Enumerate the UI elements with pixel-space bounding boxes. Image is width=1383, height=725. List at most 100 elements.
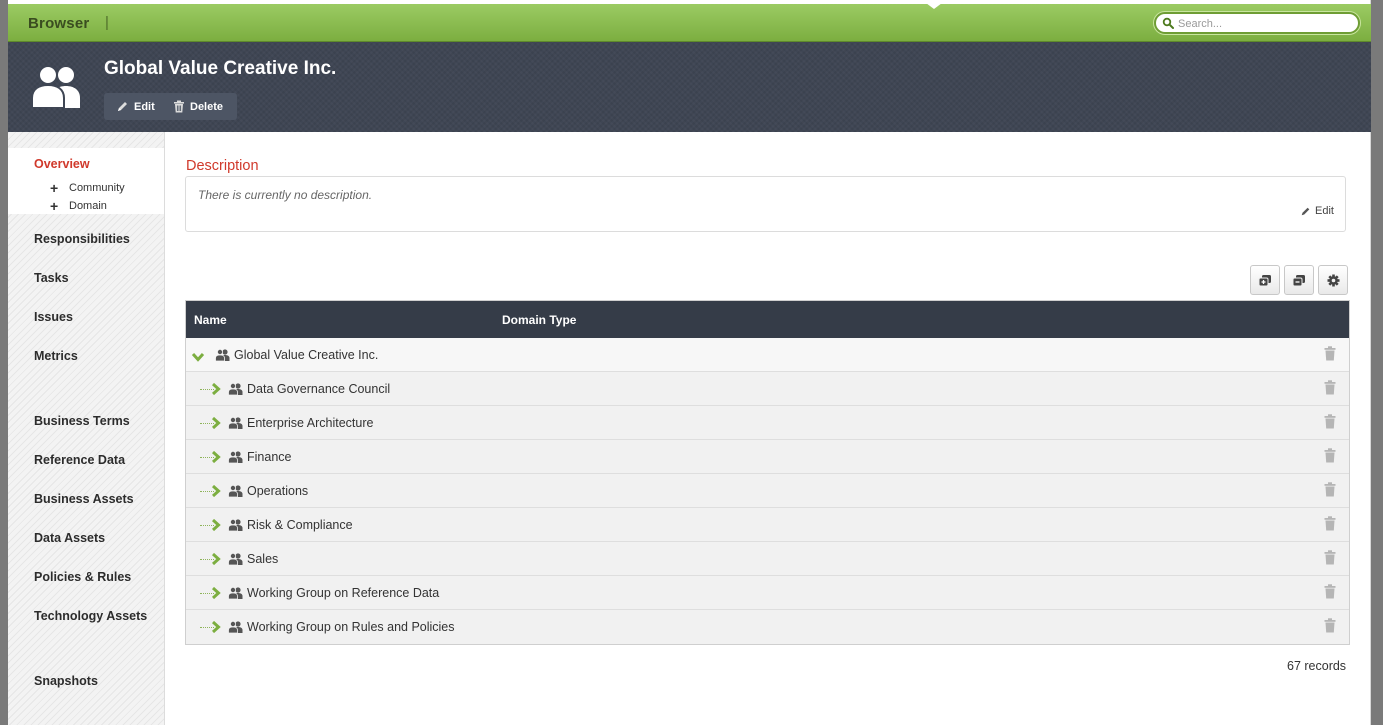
sidebar-subitem-label: Community (69, 182, 125, 194)
trash-icon[interactable] (1324, 550, 1336, 565)
sidebar-subitem-community[interactable]: + Community (50, 180, 125, 196)
chevron-right-icon[interactable] (210, 383, 222, 395)
people-icon (228, 519, 243, 531)
sidebar-item-metrics[interactable]: Metrics (34, 349, 78, 363)
community-icon (31, 65, 80, 108)
edit-button[interactable]: Edit (116, 93, 155, 120)
sidebar-item-technology-assets[interactable]: Technology Assets (34, 609, 147, 623)
people-icon (228, 451, 243, 463)
trash-icon[interactable] (1324, 346, 1336, 361)
description-edit-label: Edit (1315, 205, 1334, 217)
row-name[interactable]: Working Group on Reference Data (247, 586, 439, 600)
edit-button-label: Edit (134, 100, 155, 113)
sidebar: Overview + Community + Domain Responsibi… (8, 132, 165, 725)
chevron-right-icon[interactable] (210, 519, 222, 531)
domain-table: Name Domain Type Global Value Creative I… (185, 300, 1350, 645)
people-icon (228, 553, 243, 565)
search-icon (1162, 17, 1174, 29)
people-icon (215, 349, 230, 361)
sidebar-subitem-label: Domain (69, 200, 107, 212)
row-name[interactable]: Finance (247, 450, 291, 464)
column-header-name[interactable]: Name (194, 313, 227, 327)
plus-icon: + (50, 180, 59, 196)
plus-icon: + (50, 198, 59, 214)
collapse-all-icon (1292, 274, 1305, 286)
sidebar-item-reference-data[interactable]: Reference Data (34, 453, 125, 467)
sidebar-item-business-assets[interactable]: Business Assets (34, 492, 134, 506)
chevron-right-icon[interactable] (210, 553, 222, 565)
table-header: Name Domain Type (186, 301, 1349, 338)
trash-icon[interactable] (1324, 414, 1336, 429)
delete-button[interactable]: Delete (173, 93, 223, 120)
description-heading: Description (186, 158, 259, 174)
sidebar-item-snapshots[interactable]: Snapshots (34, 674, 98, 688)
expand-all-icon (1258, 274, 1271, 286)
expand-all-button[interactable] (1250, 265, 1280, 295)
table-row[interactable]: Working Group on Reference Data (186, 576, 1349, 610)
asset-header: Global Value Creative Inc. Edit Delete (8, 42, 1371, 132)
table-row[interactable]: Working Group on Rules and Policies (186, 610, 1349, 644)
table-row[interactable]: Enterprise Architecture (186, 406, 1349, 440)
people-icon (228, 383, 243, 395)
row-name[interactable]: Enterprise Architecture (247, 416, 373, 430)
table-row[interactable]: Finance (186, 440, 1349, 474)
people-icon (228, 417, 243, 429)
table-row[interactable]: Sales (186, 542, 1349, 576)
trash-icon[interactable] (1324, 516, 1336, 531)
trash-icon[interactable] (1324, 618, 1336, 633)
row-name[interactable]: Sales (247, 552, 278, 566)
description-text: There is currently no description. (198, 188, 373, 202)
trash-icon[interactable] (1324, 380, 1336, 395)
people-icon (228, 485, 243, 497)
people-icon (228, 587, 243, 599)
chevron-right-icon[interactable] (210, 451, 222, 463)
sidebar-item-overview[interactable]: Overview (34, 157, 90, 171)
sidebar-item-responsibilities[interactable]: Responsibilities (34, 232, 130, 246)
pencil-icon (118, 102, 127, 111)
browser-menu-link[interactable]: Browser (28, 15, 89, 32)
chevron-right-icon[interactable] (210, 587, 222, 599)
row-name[interactable]: Working Group on Rules and Policies (247, 620, 455, 634)
description-box: There is currently no description. Edit (185, 176, 1346, 232)
chevron-down-icon[interactable] (192, 351, 204, 363)
table-row-root[interactable]: Global Value Creative Inc. (186, 338, 1349, 372)
search-input[interactable] (1178, 16, 1353, 31)
sidebar-subitem-domain[interactable]: + Domain (50, 198, 107, 214)
window-frame-right (1371, 0, 1383, 725)
trash-icon[interactable] (1324, 482, 1336, 497)
page-title: Global Value Creative Inc. (104, 58, 337, 79)
trash-icon (174, 100, 184, 113)
search-box[interactable] (1154, 12, 1360, 34)
delete-button-label: Delete (190, 100, 224, 113)
top-navigation-bar: Browser | (8, 3, 1371, 42)
people-icon (228, 621, 243, 633)
table-row[interactable]: Operations (186, 474, 1349, 508)
chevron-right-icon[interactable] (210, 621, 222, 633)
header-action-bar: Edit Delete (104, 93, 237, 120)
table-row[interactable]: Risk & Compliance (186, 508, 1349, 542)
sidebar-top-strip (8, 132, 165, 148)
sidebar-item-data-assets[interactable]: Data Assets (34, 531, 105, 545)
row-name[interactable]: Data Governance Council (247, 382, 390, 396)
sidebar-item-issues[interactable]: Issues (34, 310, 73, 324)
topbar-separator: | (105, 14, 109, 31)
sidebar-item-policies-rules[interactable]: Policies & Rules (34, 570, 131, 584)
description-edit-button[interactable]: Edit (1300, 205, 1334, 217)
pencil-icon (1301, 207, 1310, 215)
menu-notch (926, 3, 942, 9)
column-header-domain-type[interactable]: Domain Type (502, 313, 576, 327)
row-name[interactable]: Operations (247, 484, 308, 498)
trash-icon[interactable] (1324, 448, 1336, 463)
gear-icon (1327, 274, 1339, 286)
chevron-right-icon[interactable] (210, 417, 222, 429)
record-count: 67 records (1287, 659, 1347, 673)
sidebar-item-business-terms[interactable]: Business Terms (34, 414, 130, 428)
row-name[interactable]: Risk & Compliance (247, 518, 353, 532)
table-row[interactable]: Data Governance Council (186, 372, 1349, 406)
row-name[interactable]: Global Value Creative Inc. (234, 348, 378, 362)
trash-icon[interactable] (1324, 584, 1336, 599)
table-settings-button[interactable] (1318, 265, 1348, 295)
collapse-all-button[interactable] (1284, 265, 1314, 295)
sidebar-item-tasks[interactable]: Tasks (34, 271, 69, 285)
chevron-right-icon[interactable] (210, 485, 222, 497)
